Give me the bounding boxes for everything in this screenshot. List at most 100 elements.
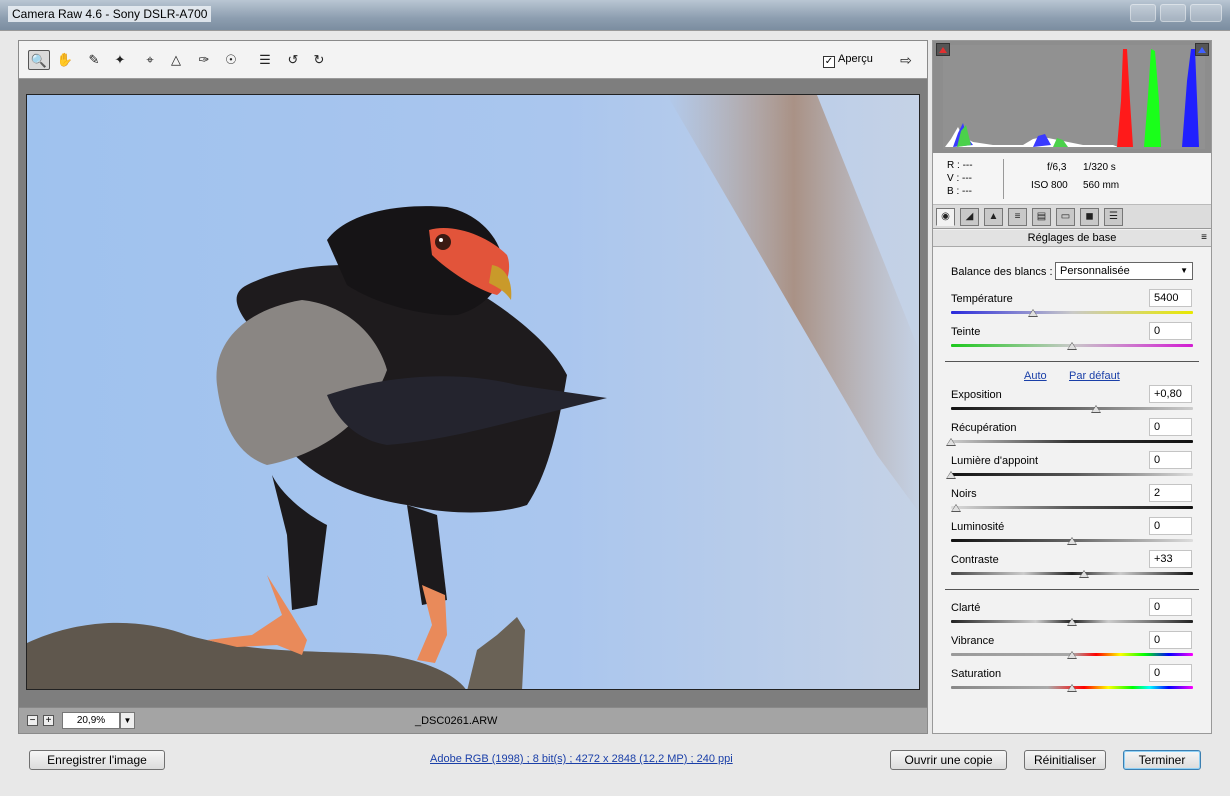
focal-length: 560 mm xyxy=(1083,180,1120,191)
contrast-field[interactable]: +33 xyxy=(1149,550,1192,568)
highlight-clipping-button[interactable] xyxy=(1195,43,1209,56)
straighten-icon[interactable]: △ xyxy=(165,50,187,70)
preview-checkbox[interactable]: ✓ Aperçu xyxy=(823,53,873,68)
slider-label: Température xyxy=(951,293,1013,305)
zoom-out-button[interactable]: − xyxy=(27,715,38,726)
red-eye-icon[interactable]: ☉ xyxy=(220,50,242,70)
blacks-field[interactable]: 2 xyxy=(1149,484,1192,502)
hand-icon[interactable]: ✋ xyxy=(54,50,76,70)
auto-link[interactable]: Auto xyxy=(1024,370,1047,382)
contrast-thumb[interactable] xyxy=(1079,570,1090,578)
slider-label: Teinte xyxy=(951,326,981,338)
preview-label: Aperçu xyxy=(838,53,873,65)
fullscreen-icon[interactable]: ⇨ xyxy=(895,50,917,70)
slider-label: Saturation xyxy=(951,668,1002,680)
iso: ISO 800 xyxy=(1031,180,1068,191)
default-link[interactable]: Par défaut xyxy=(1069,370,1120,382)
blacks-track[interactable] xyxy=(951,506,1193,509)
workflow-options-link[interactable]: Adobe RGB (1998) ; 8 bit(s) ; 4272 x 284… xyxy=(430,753,733,765)
fill-light-field[interactable]: 0 xyxy=(1149,451,1192,469)
white-balance-icon[interactable]: ✎ xyxy=(83,50,105,70)
exposure-thumb[interactable] xyxy=(1091,405,1102,413)
r-value: --- xyxy=(962,160,973,171)
zoom-in-button[interactable]: + xyxy=(43,715,54,726)
minimize-button[interactable] xyxy=(1130,4,1156,22)
clarity-thumb[interactable] xyxy=(1067,618,1077,626)
rotate-left-icon[interactable]: ↺ xyxy=(282,50,304,70)
brightness-field[interactable]: 0 xyxy=(1149,517,1192,535)
preferences-icon[interactable]: ☰ xyxy=(254,50,276,70)
open-copy-button[interactable]: Ouvrir une copie xyxy=(890,750,1007,770)
status-bar: − + 20,9% ▼ _DSC0261.ARW xyxy=(19,707,927,733)
white-balance-select[interactable]: Personnalisée ▼ xyxy=(1055,262,1193,280)
temperature-field[interactable]: 5400 xyxy=(1149,289,1192,307)
chevron-down-icon[interactable]: ▼ xyxy=(120,712,135,729)
white-balance-label: Balance des blancs : xyxy=(951,266,1053,278)
done-button[interactable]: Terminer xyxy=(1123,750,1201,770)
title-bar: Camera Raw 4.6 - Sony DSLR-A700 xyxy=(0,0,1230,30)
slider-label: Exposition xyxy=(951,389,1002,401)
reset-button[interactable]: Réinitialiser xyxy=(1024,750,1106,770)
temperature-thumb[interactable] xyxy=(1028,309,1039,317)
tint-thumb[interactable] xyxy=(1067,342,1077,350)
blacks-thumb[interactable] xyxy=(950,504,961,512)
exposure-track[interactable] xyxy=(951,407,1193,410)
info-separator xyxy=(1003,159,1004,199)
recovery-track[interactable] xyxy=(951,440,1193,443)
slider-label: Récupération xyxy=(951,422,1017,434)
color-sampler-icon[interactable]: ✦ xyxy=(109,50,131,70)
b-value: --- xyxy=(962,186,973,197)
close-button[interactable] xyxy=(1190,4,1222,22)
vibrance-thumb[interactable] xyxy=(1067,651,1077,659)
retouch-icon[interactable]: ✑ xyxy=(193,50,215,70)
slider-label: Vibrance xyxy=(951,635,995,647)
white-balance-value: Personnalisée xyxy=(1060,265,1130,277)
maximize-button[interactable] xyxy=(1160,4,1186,22)
panel-tabs: ◉ ◢ ▲ ≡ ▤ ▭ ◼ ☰ xyxy=(933,205,1211,229)
temperature-track[interactable] xyxy=(951,311,1193,314)
slider-label: Contraste xyxy=(951,554,999,566)
histogram xyxy=(933,41,1211,153)
tab-presets-icon[interactable]: ☰ xyxy=(1104,208,1123,226)
zoom-icon[interactable]: 🔍 xyxy=(28,50,50,70)
checkmark-icon[interactable]: ✓ xyxy=(823,56,835,68)
v-label: V : xyxy=(947,173,960,184)
camera-info: R : --- V : --- B : --- f/6,3 1/320 s IS… xyxy=(933,153,1211,205)
tab-hsl-icon[interactable]: ≡ xyxy=(1008,208,1027,226)
recovery-field[interactable]: 0 xyxy=(1149,418,1192,436)
tab-camera-calibration-icon[interactable]: ◼ xyxy=(1080,208,1099,226)
vibrance-field[interactable]: 0 xyxy=(1149,631,1192,649)
brightness-thumb[interactable] xyxy=(1067,537,1077,545)
exposure-field[interactable]: +0,80 xyxy=(1149,385,1192,403)
contrast-track[interactable] xyxy=(951,572,1193,575)
panel-menu-icon[interactable]: ≡ xyxy=(1201,230,1207,246)
slider-label: Lumière d'appoint xyxy=(951,455,1039,467)
saturation-field[interactable]: 0 xyxy=(1149,664,1192,682)
tab-basic-icon[interactable]: ◉ xyxy=(936,208,955,226)
r-label: R : xyxy=(947,160,960,171)
divider xyxy=(945,589,1199,590)
save-image-button[interactable]: Enregistrer l'image xyxy=(29,750,165,770)
fill-light-track[interactable] xyxy=(951,473,1193,476)
photo-preview[interactable] xyxy=(26,94,920,690)
shadow-clipping-button[interactable] xyxy=(936,43,950,56)
tab-lens-icon[interactable]: ▭ xyxy=(1056,208,1075,226)
window-title: Camera Raw 4.6 - Sony DSLR-A700 xyxy=(8,6,212,22)
panel-header: Réglages de base ≡ xyxy=(933,230,1211,247)
tab-detail-icon[interactable]: ▲ xyxy=(984,208,1003,226)
crop-icon[interactable]: ⌖ xyxy=(139,50,161,70)
rgb-readout: R : --- V : --- B : --- xyxy=(947,159,973,198)
preview-area: 🔍 ✋ ✎ ✦ ⌖ △ ✑ ☉ ☰ ↺ ↻ ✓ Aperçu ⇨ − + 20,… xyxy=(18,40,928,734)
slider-label: Clarté xyxy=(951,602,981,614)
recovery-thumb[interactable] xyxy=(946,438,956,446)
tint-field[interactable]: 0 xyxy=(1149,322,1192,340)
adjustments-panel: R : --- V : --- B : --- f/6,3 1/320 s IS… xyxy=(932,40,1212,734)
rotate-right-icon[interactable]: ↻ xyxy=(308,50,330,70)
zoom-level[interactable]: 20,9% xyxy=(62,712,120,729)
saturation-thumb[interactable] xyxy=(1067,684,1077,692)
fill-light-thumb[interactable] xyxy=(946,471,956,479)
tab-split-toning-icon[interactable]: ▤ xyxy=(1032,208,1051,226)
clarity-field[interactable]: 0 xyxy=(1149,598,1192,616)
tab-tone-curve-icon[interactable]: ◢ xyxy=(960,208,979,226)
shutter-speed: 1/320 s xyxy=(1083,162,1116,173)
